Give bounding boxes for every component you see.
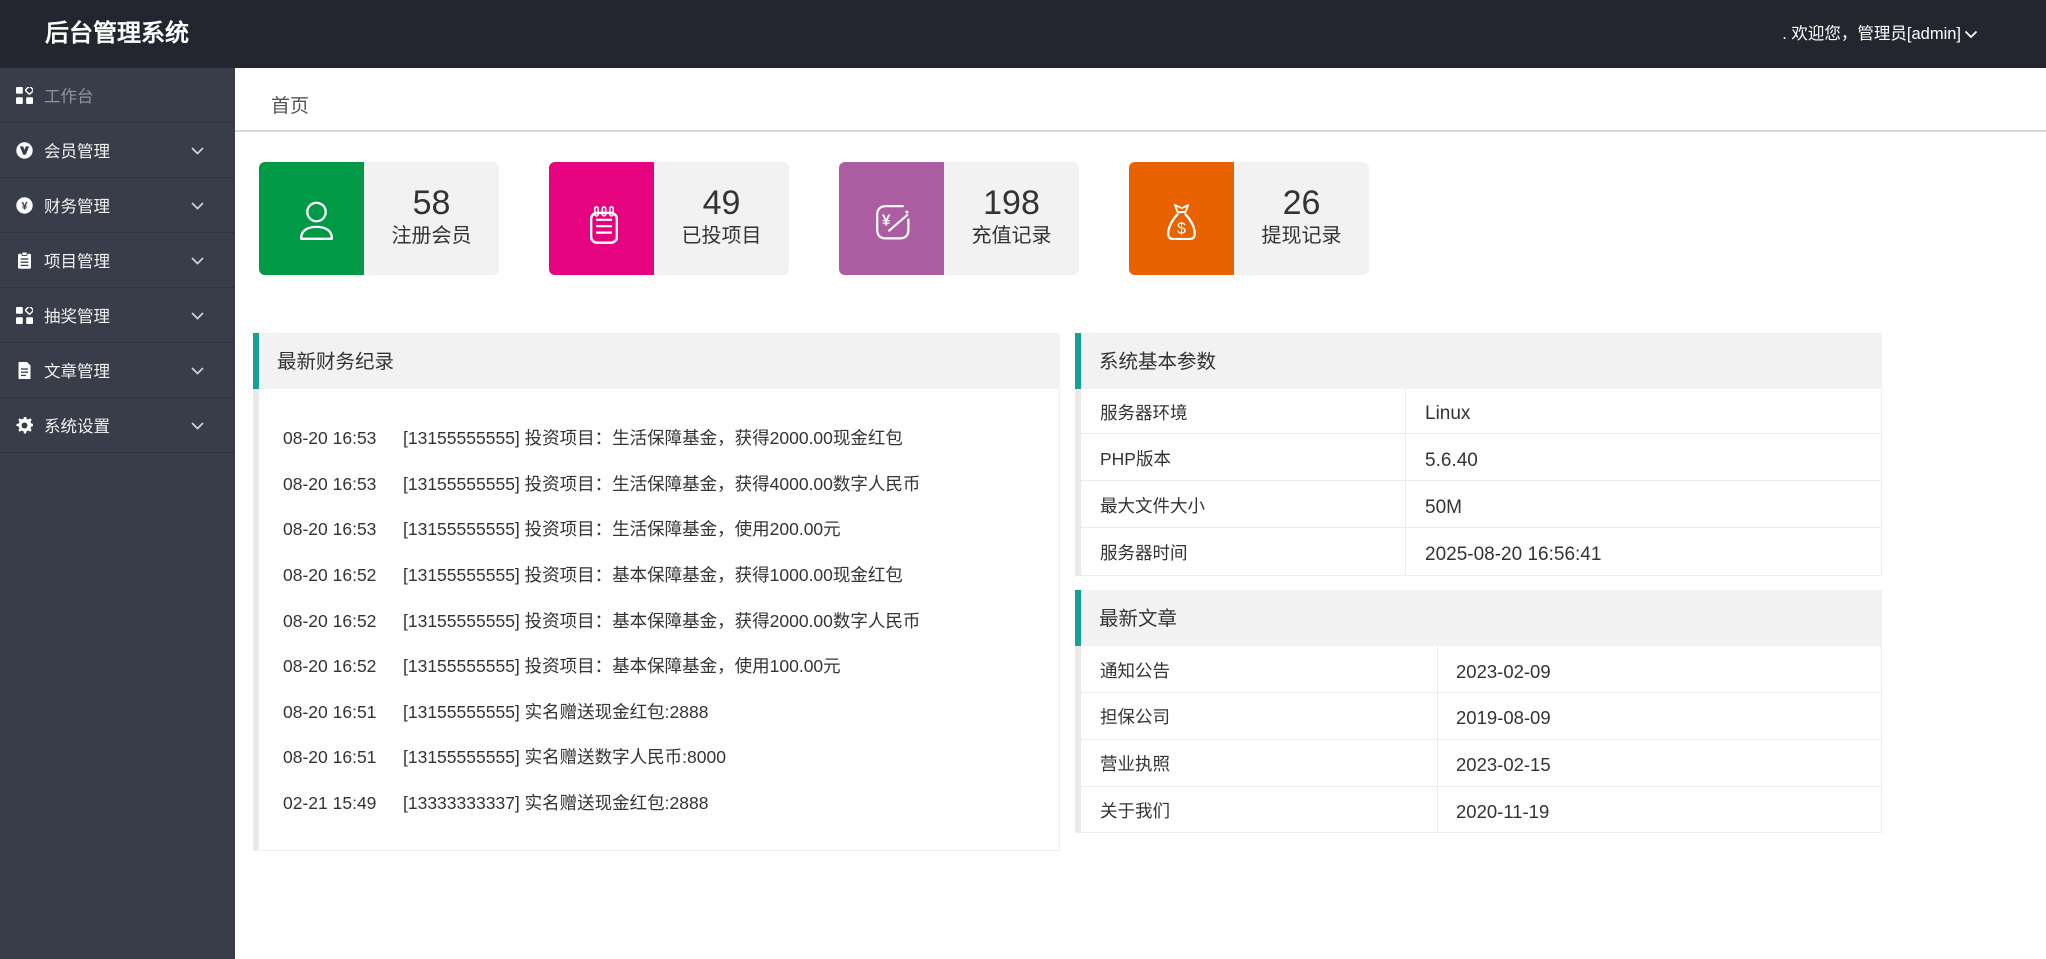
- svg-text:$: $: [1177, 220, 1186, 237]
- svg-text:¥: ¥: [21, 200, 28, 212]
- svg-text:¥: ¥: [881, 212, 890, 229]
